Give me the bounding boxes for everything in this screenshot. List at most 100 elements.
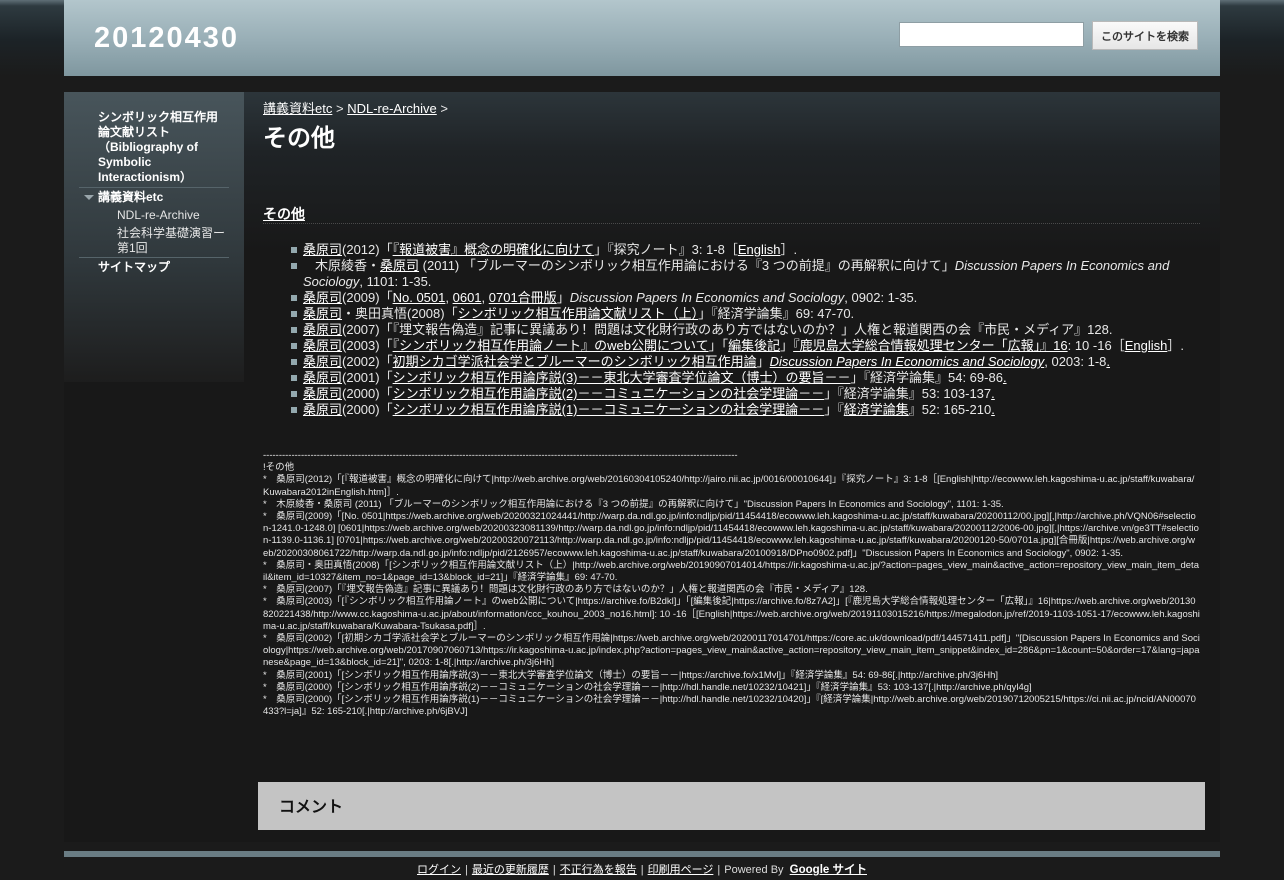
list-item: 桑原司(2002)「初期シカゴ学派社会学とブルーマーのシンボリック相互作用論」D… xyxy=(287,354,1200,370)
ref-link[interactable]: 初期シカゴ学派社会学とブルーマーのシンボリック相互作用論 xyxy=(393,354,757,369)
sidebar-subitem-seminar-1[interactable]: 社会科学基礎演習ー第1回 xyxy=(117,226,229,256)
ref-text: , 1101: 1-35. xyxy=(359,274,432,289)
list-item: 木原綾香・桑原司 (2011) 「ブルーマーのシンボリック相互作用論における『3… xyxy=(287,258,1200,290)
author-link[interactable]: 桑原司 xyxy=(303,370,342,385)
author-link[interactable]: 桑原司 xyxy=(303,322,342,337)
ref-text: 」『経済学論集』69: 47-70. xyxy=(698,306,855,321)
author-link[interactable]: 桑原司 xyxy=(303,338,342,353)
ref-link[interactable]: 『鹿児島大学総合情報処理センター「広報」』16 xyxy=(793,338,1067,353)
list-item: 桑原司(2000)「シンボリック相互作用論序説(2)－－コミュニケーションの社会… xyxy=(287,386,1200,402)
archive-link[interactable]: . xyxy=(991,402,995,417)
footer-separator: | xyxy=(465,864,468,876)
ref-link[interactable]: シンボリック相互作用論序説(2)－－コミュニケーションの社会学理論－－ xyxy=(393,386,825,401)
raw-line: * 桑原司(2000)「[シンボリック相互作用論序説(2)－－コミュニケーション… xyxy=(263,681,1032,693)
ref-text: : 10 -16［ xyxy=(1067,338,1125,353)
author-link[interactable]: 桑原司 xyxy=(303,354,342,369)
page-title: その他 xyxy=(263,125,335,152)
ref-text: 」『探究ノート』3: 1-8［ xyxy=(594,242,738,257)
site-title[interactable]: 20120430 xyxy=(94,22,239,55)
sidebar: シンボリック相互作用論文献リスト（Bibliography of Symboli… xyxy=(64,92,244,382)
archive-link[interactable]: . xyxy=(991,386,995,401)
author-link[interactable]: 桑原司 xyxy=(303,386,342,401)
raw-line: * 桑原司(2007)「『埋文報告偽造』記事に異議あり！問題は文化財行政のあり方… xyxy=(263,584,868,596)
ref-text: 木原綾香・ xyxy=(315,258,381,273)
raw-line: * 桑原司(2003)「[『シンボリック相互作用論ノート』のweb公開について|… xyxy=(263,596,1200,632)
sidebar-item-sitemap[interactable]: サイトマップ xyxy=(98,260,170,275)
author-link[interactable]: 桑原司 xyxy=(303,402,342,417)
author-link[interactable]: 桑原司 xyxy=(303,290,342,305)
ref-text: 」 xyxy=(756,354,770,369)
list-item: 桑原司(2009)「No. 0501, 0601, 0701合冊版」Discus… xyxy=(287,290,1200,306)
reference-list: 桑原司(2012)「『報道被害』概念の明確化に向けて」『探究ノート』3: 1-8… xyxy=(287,242,1200,418)
ref-link[interactable]: 『シンボリック相互作用論ノート』のweb公開について xyxy=(393,338,709,353)
ref-link[interactable]: 0701合冊版 xyxy=(489,290,557,305)
ref-link[interactable]: No. 0501 xyxy=(393,290,446,305)
ref-text: 」『経済学論集』54: 69-86 xyxy=(850,370,1003,385)
english-link[interactable]: English xyxy=(1125,338,1168,353)
ref-journal: Discussion Papers In Economics and Socio… xyxy=(569,290,845,305)
ref-text: (2000)「 xyxy=(342,386,393,401)
section-heading[interactable]: その他 xyxy=(263,204,305,224)
ref-link[interactable]: 『報道被害』概念の明確化に向けて xyxy=(393,242,595,257)
raw-line: * 桑原司(2009)「[No. 0501|https://web.archiv… xyxy=(263,511,1199,559)
sidebar-divider xyxy=(79,257,229,258)
ref-text: ］. xyxy=(780,242,798,257)
raw-line: * 桑原司(2000)「[シンボリック相互作用論序説(1)－－コミュニケーション… xyxy=(263,694,1196,718)
raw-line: * 桑原司(2001)「[シンボリック相互作用論序説(3)－－東北大学審査学位論… xyxy=(263,669,998,681)
raw-line: * 桑原司・奥田真悟(2008)「[シンボリック相互作用論文献リスト（上）|ht… xyxy=(263,559,1199,584)
breadcrumb-lecture-materials[interactable]: 講義資料etc xyxy=(263,101,332,116)
breadcrumb-ndl-re-archive[interactable]: NDL-re-Archive xyxy=(347,101,437,116)
sidebar-subitem-ndl-re-archive[interactable]: NDL-re-Archive xyxy=(117,208,200,223)
ref-text: (2007)「『埋文報告偽造』記事に異議あり！問題は文化財行政のあり方ではないの… xyxy=(342,322,1113,337)
ref-link[interactable]: 編集後記 xyxy=(728,338,780,353)
ref-text: (2012)「 xyxy=(342,242,393,257)
footer-separator: | xyxy=(552,864,556,876)
ref-link[interactable]: シンボリック相互作用論序説(3)－－東北大学審査学位論文（博士）の要旨－－ xyxy=(393,370,851,385)
ref-text: , 0902: 1-35. xyxy=(844,290,918,305)
ref-text: 』52: 165-210 xyxy=(908,402,992,417)
search-input[interactable] xyxy=(899,22,1084,47)
author-link[interactable]: 桑原司 xyxy=(303,242,342,257)
author-link[interactable]: 桑原司 xyxy=(380,258,419,273)
login-link[interactable]: ログイン xyxy=(417,864,461,876)
footer-separator: | xyxy=(640,864,644,876)
ref-text: (2001)「 xyxy=(342,370,393,385)
author-link[interactable]: 桑原司 xyxy=(303,306,342,321)
ref-text: 」 xyxy=(556,290,570,305)
ref-link[interactable]: 経済学論集 xyxy=(844,402,909,417)
report-abuse-link[interactable]: 不正行為を報告 xyxy=(560,864,637,876)
raw-wiki-source: ----------------------------------------… xyxy=(263,450,1200,744)
sidebar-item-bibliography[interactable]: シンボリック相互作用論文献リスト（Bibliography of Symboli… xyxy=(98,110,226,185)
search-site-button[interactable]: このサイトを検索 xyxy=(1092,21,1198,50)
print-page-link[interactable]: 印刷用ページ xyxy=(648,864,714,876)
ref-link[interactable]: Discussion Papers In Economics and Socio… xyxy=(770,354,1045,369)
raw-divider: ----------------------------------------… xyxy=(263,450,738,461)
list-item: 桑原司(2012)「『報道被害』概念の明確化に向けて」『探究ノート』3: 1-8… xyxy=(287,242,1200,258)
ref-text: (2009)「 xyxy=(342,290,393,305)
raw-line: * 木原綾香・桑原司 (2011) 「ブルーマーのシンボリック相互作用論における… xyxy=(263,498,1004,510)
ref-text: 」 xyxy=(780,338,794,353)
ref-link[interactable]: 0601 xyxy=(453,290,482,305)
english-link[interactable]: English xyxy=(738,242,781,257)
section-divider xyxy=(263,223,1200,224)
ref-text: (2003)「 xyxy=(342,338,393,353)
archive-link[interactable]: . xyxy=(1106,354,1110,369)
list-item: 桑原司(2007)「『埋文報告偽造』記事に異議あり！問題は文化財行政のあり方では… xyxy=(287,322,1200,338)
powered-by-text: Powered By xyxy=(724,864,784,876)
ref-text: ・奥田真悟(2008)「 xyxy=(342,306,458,321)
recent-changes-link[interactable]: 最近の更新履歴 xyxy=(472,864,549,876)
ref-link[interactable]: シンボリック相互作用論序説(1)－－コミュニケーションの社会学理論－－ xyxy=(393,402,825,417)
raw-line: * 桑原司(2012)「[『報道被害』概念の明確化に向けて|http://web… xyxy=(263,474,1195,498)
ref-text: ］. xyxy=(1167,338,1184,353)
expand-arrow-icon[interactable] xyxy=(84,195,94,200)
google-sites-link[interactable]: Google サイト xyxy=(790,864,867,876)
breadcrumb-separator: > xyxy=(335,101,344,116)
ref-text: , xyxy=(481,290,489,305)
archive-link[interactable]: . xyxy=(1003,370,1007,385)
sidebar-item-lecture-materials[interactable]: 講義資料etc xyxy=(98,190,163,205)
ref-text: , xyxy=(445,290,453,305)
ref-text: 」「 xyxy=(708,338,729,353)
site-header: 20120430 このサイトを検索 xyxy=(64,0,1220,76)
ref-link[interactable]: シンボリック相互作用論文献リスト（上） xyxy=(458,306,699,321)
raw-line: * 桑原司(2002)「[初期シカゴ学派社会学とブルーマーのシンボリック相互作用… xyxy=(263,633,1200,669)
